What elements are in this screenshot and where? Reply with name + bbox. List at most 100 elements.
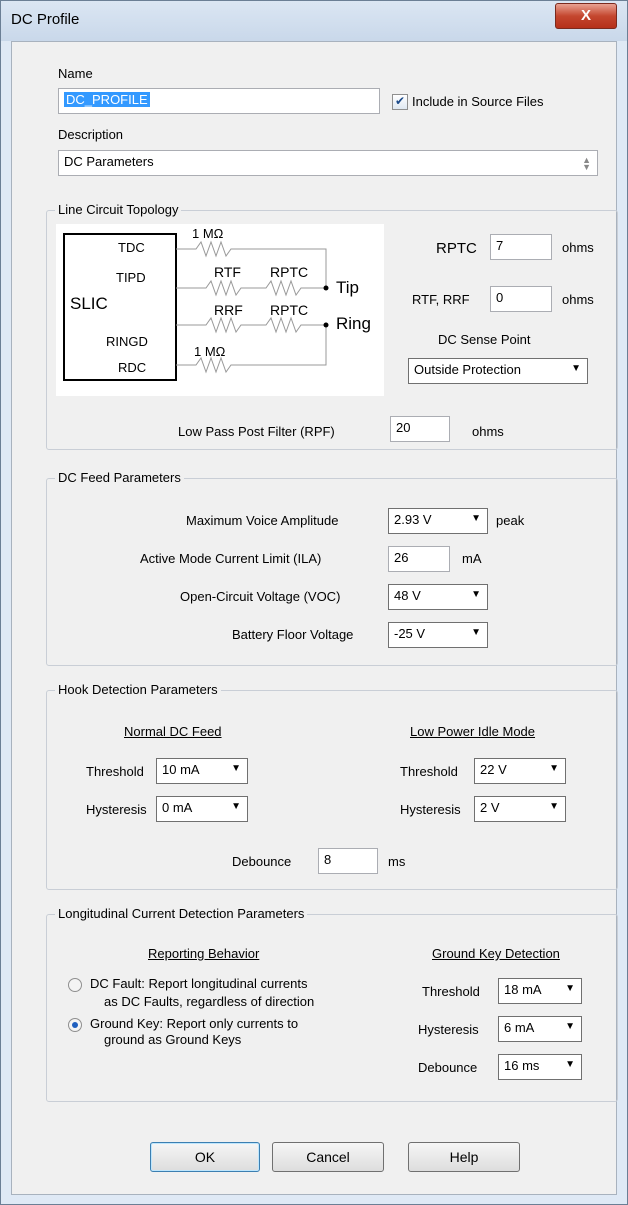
help-button[interactable]: Help xyxy=(408,1142,520,1172)
rrf-label: RRF xyxy=(214,302,243,318)
max-voice-label: Maximum Voice Amplitude xyxy=(186,513,339,528)
name-value: DC_PROFILE xyxy=(64,92,150,107)
ila-unit: mA xyxy=(462,551,482,566)
description-value: DC Parameters xyxy=(64,154,154,169)
dc-sense-point-select[interactable]: Outside Protection ▼ xyxy=(408,358,588,384)
include-in-source-label: Include in Source Files xyxy=(412,94,544,109)
resistor-1mohm-top: 1 MΩ xyxy=(192,226,224,241)
include-in-source-checkbox[interactable]: ✔ xyxy=(392,94,408,110)
rtf-label: RTF xyxy=(214,264,241,280)
resistor-1mohm-bottom: 1 MΩ xyxy=(194,344,226,359)
name-field[interactable]: DC_PROFILE xyxy=(58,88,380,114)
voc-select[interactable]: 48 V ▼ xyxy=(388,584,488,610)
tip-node xyxy=(323,285,329,291)
chevron-down-icon: ▼ xyxy=(571,363,581,374)
dc-fault-radio[interactable] xyxy=(68,978,82,992)
chevron-down-icon: ▼ xyxy=(231,763,241,774)
low-pass-unit: ohms xyxy=(472,424,504,439)
gk-debounce-label: Debounce xyxy=(418,1060,478,1075)
dc-sense-point-label: DC Sense Point xyxy=(438,332,531,347)
lp-hysteresis-label: Hysteresis xyxy=(400,802,461,817)
chevron-down-icon: ▼ xyxy=(565,1059,575,1070)
normal-threshold-value: 10 mA xyxy=(162,762,200,777)
topology-diagram: TDC TIPD SLIC RINGD RDC 1 MΩ 1 MΩ RTF RP… xyxy=(56,224,384,396)
battery-value: -25 V xyxy=(394,626,426,641)
rptc-tip-label: RPTC xyxy=(270,264,309,280)
gk-hysteresis-select[interactable]: 6 mA ▼ xyxy=(498,1016,582,1042)
dc-feed-title: DC Feed Parameters xyxy=(55,470,184,485)
voc-label: Open-Circuit Voltage (VOC) xyxy=(180,589,341,604)
name-label: Name xyxy=(58,66,93,81)
chevron-down-icon: ▼ xyxy=(471,513,481,524)
battery-select[interactable]: -25 V ▼ xyxy=(388,622,488,648)
gk-debounce-value: 16 ms xyxy=(504,1058,540,1073)
normal-dc-feed-heading: Normal DC Feed xyxy=(124,724,222,739)
gk-debounce-select[interactable]: 16 ms ▼ xyxy=(498,1054,582,1080)
chevron-down-icon: ▼ xyxy=(565,983,575,994)
gk-threshold-label: Threshold xyxy=(422,984,480,999)
rptc-field[interactable]: 7 xyxy=(490,234,552,260)
cancel-button[interactable]: Cancel xyxy=(272,1142,384,1172)
tip-label: Tip xyxy=(336,278,359,297)
dc-sense-point-value: Outside Protection xyxy=(414,362,521,377)
lp-hysteresis-value: 2 V xyxy=(480,800,500,815)
slic-label: SLIC xyxy=(70,294,108,313)
window-title: DC Profile xyxy=(11,11,80,28)
ringd-label: RINGD xyxy=(106,334,148,349)
max-voice-unit: peak xyxy=(496,513,525,528)
ila-label: Active Mode Current Limit (ILA) xyxy=(140,551,322,566)
low-power-idle-heading: Low Power Idle Mode xyxy=(410,724,536,739)
hook-debounce-unit: ms xyxy=(388,854,406,869)
low-pass-field[interactable]: 20 xyxy=(390,416,450,442)
normal-hysteresis-select[interactable]: 0 mA ▼ xyxy=(156,796,248,822)
rptc-label: RPTC xyxy=(436,240,477,257)
ground-key-label-line1: Ground Key: Report only currents to xyxy=(90,1016,299,1031)
rtf-rrf-unit: ohms xyxy=(562,292,594,307)
voc-value: 48 V xyxy=(394,588,421,603)
max-voice-value: 2.93 V xyxy=(394,512,432,527)
chevron-down-icon: ▼ xyxy=(549,763,559,774)
max-voice-select[interactable]: 2.93 V ▼ xyxy=(388,508,488,534)
chevron-down-icon: ▼ xyxy=(549,801,559,812)
lp-threshold-label: Threshold xyxy=(400,764,458,779)
lp-threshold-value: 22 V xyxy=(480,762,507,777)
rptc-unit: ohms xyxy=(562,240,594,255)
gk-threshold-value: 18 mA xyxy=(504,982,542,997)
ila-field[interactable]: 26 xyxy=(388,546,450,572)
reporting-behavior-heading: Reporting Behavior xyxy=(148,946,260,961)
ground-key-label-line2: ground as Ground Keys xyxy=(104,1032,242,1047)
close-icon[interactable]: X xyxy=(555,3,617,29)
description-label: Description xyxy=(58,127,124,142)
hook-debounce-field[interactable]: 8 xyxy=(318,848,378,874)
normal-hysteresis-value: 0 mA xyxy=(162,800,193,815)
hook-debounce-label: Debounce xyxy=(232,854,292,869)
line-circuit-topology-title: Line Circuit Topology xyxy=(55,202,182,217)
chevron-down-icon: ▼ xyxy=(231,801,241,812)
chevron-down-icon: ▼ xyxy=(471,589,481,600)
ok-button[interactable]: OK xyxy=(150,1142,260,1172)
rtf-rrf-label: RTF, RRF xyxy=(412,292,470,307)
ground-key-detection-heading: Ground Key Detection xyxy=(432,946,560,961)
gk-hysteresis-value: 6 mA xyxy=(504,1020,535,1035)
lp-hysteresis-select[interactable]: 2 V ▼ xyxy=(474,796,566,822)
longitudinal-title: Longitudinal Current Detection Parameter… xyxy=(55,906,308,921)
ground-key-radio[interactable] xyxy=(68,1018,82,1032)
description-field[interactable]: DC Parameters ▲ ▼ xyxy=(58,150,598,176)
dc-fault-label-line1: DC Fault: Report longitudinal currents xyxy=(90,976,308,991)
dialog-body: Name DC_PROFILE ✔ Include in Source File… xyxy=(11,41,618,1195)
title-bar: DC Profile X xyxy=(1,1,627,41)
ring-node xyxy=(323,322,329,328)
rdc-label: RDC xyxy=(118,360,147,375)
normal-threshold-label: Threshold xyxy=(86,764,144,779)
dc-fault-label-line2: as DC Faults, regardless of direction xyxy=(104,994,315,1009)
rtf-rrf-field[interactable]: 0 xyxy=(490,286,552,312)
gk-threshold-select[interactable]: 18 mA ▼ xyxy=(498,978,582,1004)
normal-hysteresis-label: Hysteresis xyxy=(86,802,147,817)
dc-profile-dialog: DC Profile X Name DC_PROFILE ✔ Include i… xyxy=(0,0,628,1205)
battery-label: Battery Floor Voltage xyxy=(232,627,354,642)
normal-threshold-select[interactable]: 10 mA ▼ xyxy=(156,758,248,784)
hook-detection-title: Hook Detection Parameters xyxy=(55,682,221,697)
tipd-label: TIPD xyxy=(116,270,146,285)
spinner-icon[interactable]: ▲ ▼ xyxy=(582,156,591,172)
lp-threshold-select[interactable]: 22 V ▼ xyxy=(474,758,566,784)
